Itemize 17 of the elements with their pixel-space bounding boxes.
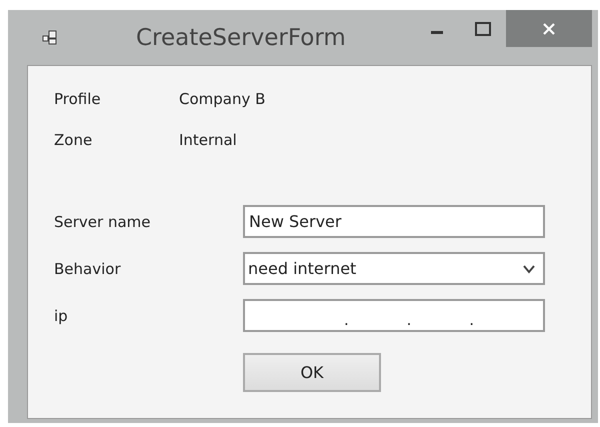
field-value: Internal [179,131,237,149]
field-label: ip [54,306,69,324]
dropdown[interactable]: need internet [243,252,545,285]
form-icon [42,30,58,46]
minimize-icon [431,31,443,34]
window-title: CreateServerForm [136,24,346,50]
field-label: Server name [54,212,152,230]
field-label: Profile [54,90,102,108]
ip-address-field[interactable]: . . . [243,299,545,332]
chevron-down-icon [523,264,535,274]
close-icon [542,22,556,36]
ok-button[interactable]: OK [243,353,381,392]
field-label: Zone [54,131,94,149]
field-value: Company B [179,90,266,108]
field-label: Behavior [54,260,122,278]
maximize-icon [475,22,491,36]
text-field[interactable]: New Server [243,205,545,238]
